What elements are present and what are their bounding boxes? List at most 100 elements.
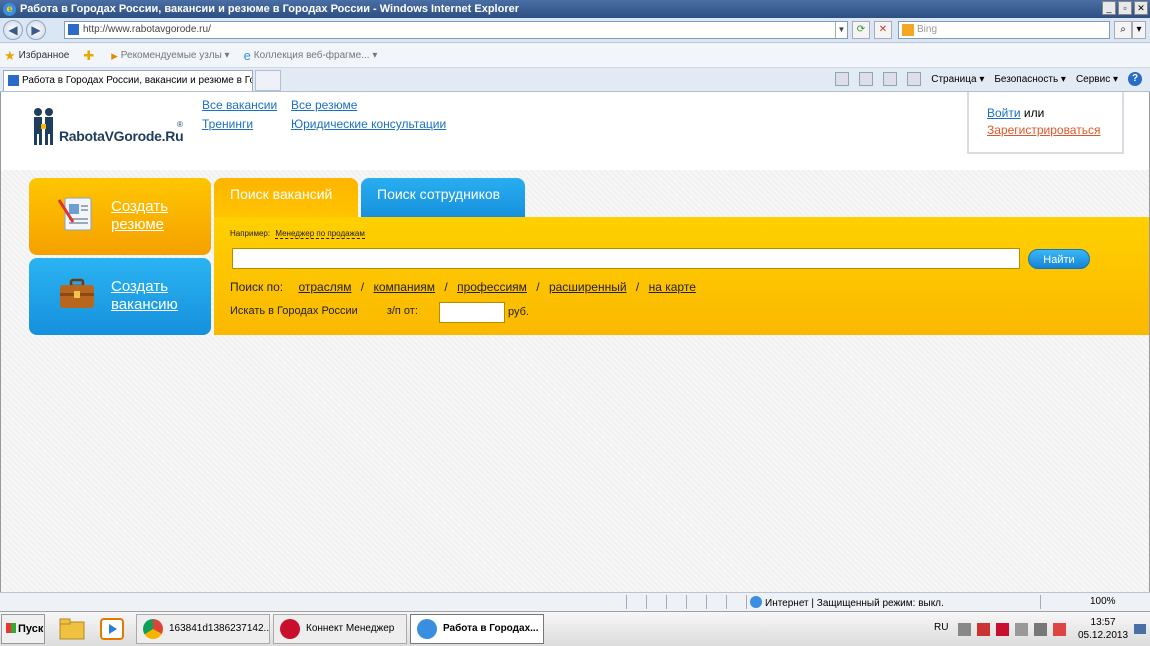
star-icon: ★ bbox=[4, 47, 16, 63]
create-vacancy-button[interactable]: Создать вакансию bbox=[29, 258, 211, 335]
logo-text: RabotaVGorode.Ru bbox=[59, 128, 184, 144]
tab-search-vacancies[interactable]: Поиск вакансий bbox=[214, 178, 358, 218]
resume-document-icon bbox=[57, 197, 92, 231]
connect-manager-icon bbox=[280, 619, 300, 639]
connect-tray-icon[interactable] bbox=[996, 623, 1009, 636]
search-panel: Например: Менеджер по продажам Найти Пои… bbox=[214, 217, 1149, 335]
language-indicator[interactable]: RU bbox=[934, 622, 948, 633]
maximize-button[interactable]: ▫ bbox=[1118, 1, 1132, 15]
search-by-company[interactable]: компаниям bbox=[373, 280, 435, 294]
search-placeholder: Bing bbox=[917, 24, 938, 35]
web-page: RabotaVGorode.Ru ® Все вакансии Все резю… bbox=[0, 92, 1150, 592]
create-vacancy-label-1: Создать bbox=[111, 278, 169, 295]
stop-icon[interactable]: ✕ bbox=[874, 21, 892, 39]
example-link[interactable]: Менеджер по продажам bbox=[275, 229, 365, 239]
search-example: Например: Менеджер по продажам bbox=[230, 229, 365, 239]
chrome-icon bbox=[143, 619, 163, 639]
site-favicon-icon bbox=[8, 75, 19, 86]
salary-label: з/п от: bbox=[386, 305, 418, 317]
address-bar: ◀ ▶ http://www.rabotavgorode.ru/ ▼ ⟳ ✕ B… bbox=[0, 18, 1150, 43]
close-button[interactable]: ✕ bbox=[1134, 1, 1148, 15]
link-legal-consulting[interactable]: Юридические консультации bbox=[291, 117, 446, 131]
login-or: или bbox=[1020, 106, 1045, 120]
add-favorite-icon[interactable]: ✚ bbox=[83, 48, 97, 64]
taskbar-item-chrome[interactable]: 163841d1386237142... bbox=[136, 614, 270, 644]
url-input[interactable]: http://www.rabotavgorode.ru/ ▼ bbox=[64, 21, 848, 39]
create-resume-label-1: Создать bbox=[111, 198, 169, 215]
mail-icon[interactable] bbox=[883, 72, 898, 86]
safety-menu[interactable]: Безопасность ▾ bbox=[994, 74, 1066, 85]
briefcase-icon bbox=[60, 278, 94, 308]
search-input[interactable]: Bing bbox=[898, 21, 1110, 39]
ie-icon: e bbox=[3, 2, 16, 16]
tab-search-employees[interactable]: Поиск сотрудников bbox=[361, 178, 525, 218]
favorites-button[interactable]: ★ Избранное bbox=[4, 48, 69, 64]
print-icon[interactable] bbox=[907, 72, 922, 86]
taskbar-item-connect-manager[interactable]: Коннект Менеджер bbox=[273, 614, 407, 644]
suggested-sites-button[interactable]: ▸ Рекомендуемые узлы ▾ bbox=[111, 48, 229, 64]
link-all-vacancies[interactable]: Все вакансии bbox=[202, 98, 277, 112]
search-go-icon[interactable]: ⌕ bbox=[1114, 21, 1132, 39]
clock[interactable]: 13:57 05.12.2013 bbox=[1078, 616, 1128, 642]
zoom-level[interactable]: 100% bbox=[1090, 596, 1116, 607]
url-text: http://www.rabotavgorode.ru/ bbox=[83, 24, 211, 35]
create-resume-label-2: резюме bbox=[111, 216, 164, 233]
help-icon[interactable]: ? bbox=[1128, 72, 1142, 86]
network-signal-icon[interactable] bbox=[1034, 623, 1047, 636]
volume-icon[interactable] bbox=[977, 623, 990, 636]
taskbar-item-ie[interactable]: Работа в Городах... bbox=[410, 614, 544, 644]
rss-icon[interactable] bbox=[859, 72, 874, 86]
security-zone[interactable]: Интернет | Защищенный режим: выкл. bbox=[750, 596, 944, 609]
create-resume-button[interactable]: Создать резюме bbox=[29, 178, 211, 255]
city-label: Искать в Городах России bbox=[230, 305, 358, 317]
salary-input[interactable] bbox=[439, 302, 505, 323]
bing-icon bbox=[902, 24, 914, 36]
create-vacancy-label-2: вакансию bbox=[111, 296, 178, 313]
tools-menu[interactable]: Сервис ▾ bbox=[1076, 74, 1118, 85]
minimize-button[interactable]: _ bbox=[1102, 1, 1116, 15]
home-icon[interactable] bbox=[835, 72, 850, 86]
new-tab-button[interactable] bbox=[255, 70, 281, 91]
favorites-bar: ★ Избранное ✚ ▸ Рекомендуемые узлы ▾ e К… bbox=[0, 44, 1150, 68]
find-button[interactable]: Найти bbox=[1028, 249, 1090, 269]
show-desktop-icon[interactable] bbox=[1134, 624, 1146, 634]
window-title: Работа в Городах России, вакансии и резю… bbox=[20, 3, 520, 15]
refresh-icon[interactable]: ⟳ bbox=[852, 21, 870, 39]
vacancy-search-input[interactable] bbox=[232, 248, 1020, 269]
status-bar: Интернет | Защищенный режим: выкл. 100% bbox=[0, 592, 1150, 611]
link-all-resumes[interactable]: Все резюме bbox=[291, 98, 357, 112]
forward-icon[interactable]: ▶ bbox=[26, 20, 46, 40]
logo-registered: ® bbox=[177, 120, 183, 129]
clock-time: 13:57 bbox=[1090, 617, 1116, 628]
logo-people-icon bbox=[34, 108, 53, 145]
network-status-icon[interactable] bbox=[1053, 623, 1066, 636]
taskbar: Пуск 163841d1386237142... Коннект Менедж… bbox=[0, 611, 1150, 646]
window-controls: _ ▫ ✕ bbox=[1102, 1, 1148, 15]
start-button[interactable]: Пуск bbox=[1, 614, 45, 644]
page-menu[interactable]: Страница ▾ bbox=[931, 74, 984, 85]
currency-label: руб. bbox=[508, 306, 529, 318]
media-player-icon[interactable] bbox=[98, 616, 126, 642]
tray-arrow-icon[interactable] bbox=[958, 623, 971, 636]
back-icon[interactable]: ◀ bbox=[3, 20, 23, 40]
search-by-industry[interactable]: отраслям bbox=[298, 280, 351, 294]
device-icon[interactable] bbox=[1015, 623, 1028, 636]
ie-gallery-icon: e bbox=[243, 48, 251, 63]
register-link[interactable]: Зарегистрироваться bbox=[987, 123, 1100, 137]
bing-suggest-icon: ▸ bbox=[111, 47, 118, 63]
login-link[interactable]: Войти bbox=[987, 106, 1021, 120]
link-trainings[interactable]: Тренинги bbox=[202, 117, 253, 131]
window-title-bar: e Работа в Городах России, вакансии и ре… bbox=[0, 0, 1150, 18]
globe-icon bbox=[750, 596, 762, 608]
tab-current[interactable]: Работа в Городах России, вакансии и резю… bbox=[3, 70, 253, 91]
url-dropdown-icon[interactable]: ▼ bbox=[835, 22, 847, 38]
windows-flag-icon bbox=[6, 623, 16, 633]
web-slice-gallery-button[interactable]: e Коллекция веб-фрагме... ▾ bbox=[244, 48, 378, 63]
explorer-folder-icon[interactable] bbox=[58, 616, 86, 642]
search-options-icon[interactable]: ▾ bbox=[1132, 21, 1146, 39]
search-by-profession[interactable]: профессиям bbox=[457, 280, 527, 294]
search-on-map[interactable]: на карте bbox=[649, 280, 696, 294]
search-advanced[interactable]: расширенный bbox=[549, 280, 627, 294]
login-box: Войти или Зарегистрироваться bbox=[967, 92, 1124, 154]
site-logo[interactable]: RabotaVGorode.Ru ® bbox=[31, 106, 191, 146]
